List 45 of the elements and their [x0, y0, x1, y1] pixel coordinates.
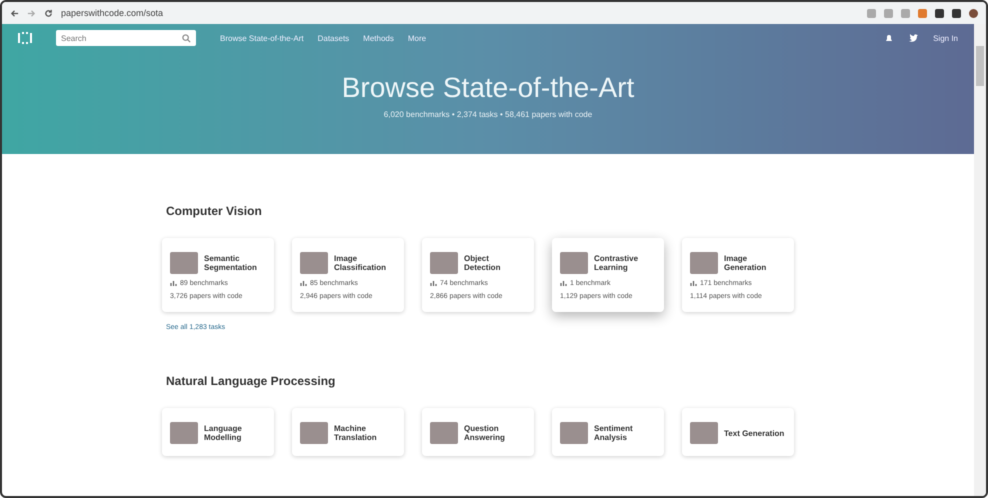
address-bar[interactable]: paperswithcode.com/sota	[61, 8, 859, 18]
task-thumbnail	[300, 252, 328, 274]
chart-icon	[170, 280, 177, 287]
search-field[interactable]: Search	[56, 30, 196, 46]
task-thumbnail	[560, 422, 588, 444]
task-thumbnail	[690, 252, 718, 274]
task-card[interactable]: Language Modelling	[162, 408, 274, 456]
task-card[interactable]: Question Answering	[422, 408, 534, 456]
profile-avatar[interactable]	[969, 8, 978, 18]
task-name: Object Detection	[464, 254, 502, 272]
task-thumbnail	[170, 252, 198, 274]
task-card[interactable]: Text Generation	[682, 408, 794, 456]
twitter-icon[interactable]	[908, 33, 920, 43]
chart-icon	[300, 280, 307, 287]
chart-icon	[430, 280, 437, 287]
section-title: Natural Language Processing	[166, 374, 336, 388]
task-name: Image Generation	[724, 254, 768, 272]
section-title: Computer Vision	[166, 204, 263, 218]
task-card[interactable]: Machine Translation	[292, 408, 404, 456]
search-icon	[182, 34, 191, 43]
task-name: Sentiment Analysis	[594, 424, 634, 442]
chart-icon	[560, 280, 567, 287]
task-card[interactable]: Sentiment Analysis	[552, 408, 664, 456]
task-thumbnail	[560, 252, 588, 274]
task-name: Image Classification	[334, 254, 388, 272]
task-thumbnail	[690, 422, 718, 444]
task-thumbnail	[430, 422, 458, 444]
bell-icon[interactable]	[884, 33, 894, 43]
sign-in-link[interactable]: Sign In	[933, 34, 958, 42]
task-name: Question Answering	[464, 424, 506, 442]
hero-title: Browse State-of-the-Art	[342, 72, 634, 104]
task-thumbnail	[170, 422, 198, 444]
back-icon[interactable]	[10, 8, 19, 18]
task-name: Machine Translation	[334, 424, 378, 442]
chart-icon	[690, 280, 697, 287]
task-thumbnail	[300, 422, 328, 444]
task-name: Language Modelling	[204, 424, 243, 442]
task-name: Text Generation	[724, 428, 784, 438]
logo-icon[interactable]	[18, 32, 32, 44]
reload-icon[interactable]	[44, 8, 53, 18]
task-name: Contrastive Learning	[594, 254, 640, 272]
task-thumbnail	[430, 252, 458, 274]
hero-subtitle: 6,020 benchmarks • 2,374 tasks • 58,461 papers with code	[384, 110, 592, 119]
scrollbar[interactable]	[974, 24, 986, 496]
task-name: Semantic Segmentation	[204, 254, 258, 272]
